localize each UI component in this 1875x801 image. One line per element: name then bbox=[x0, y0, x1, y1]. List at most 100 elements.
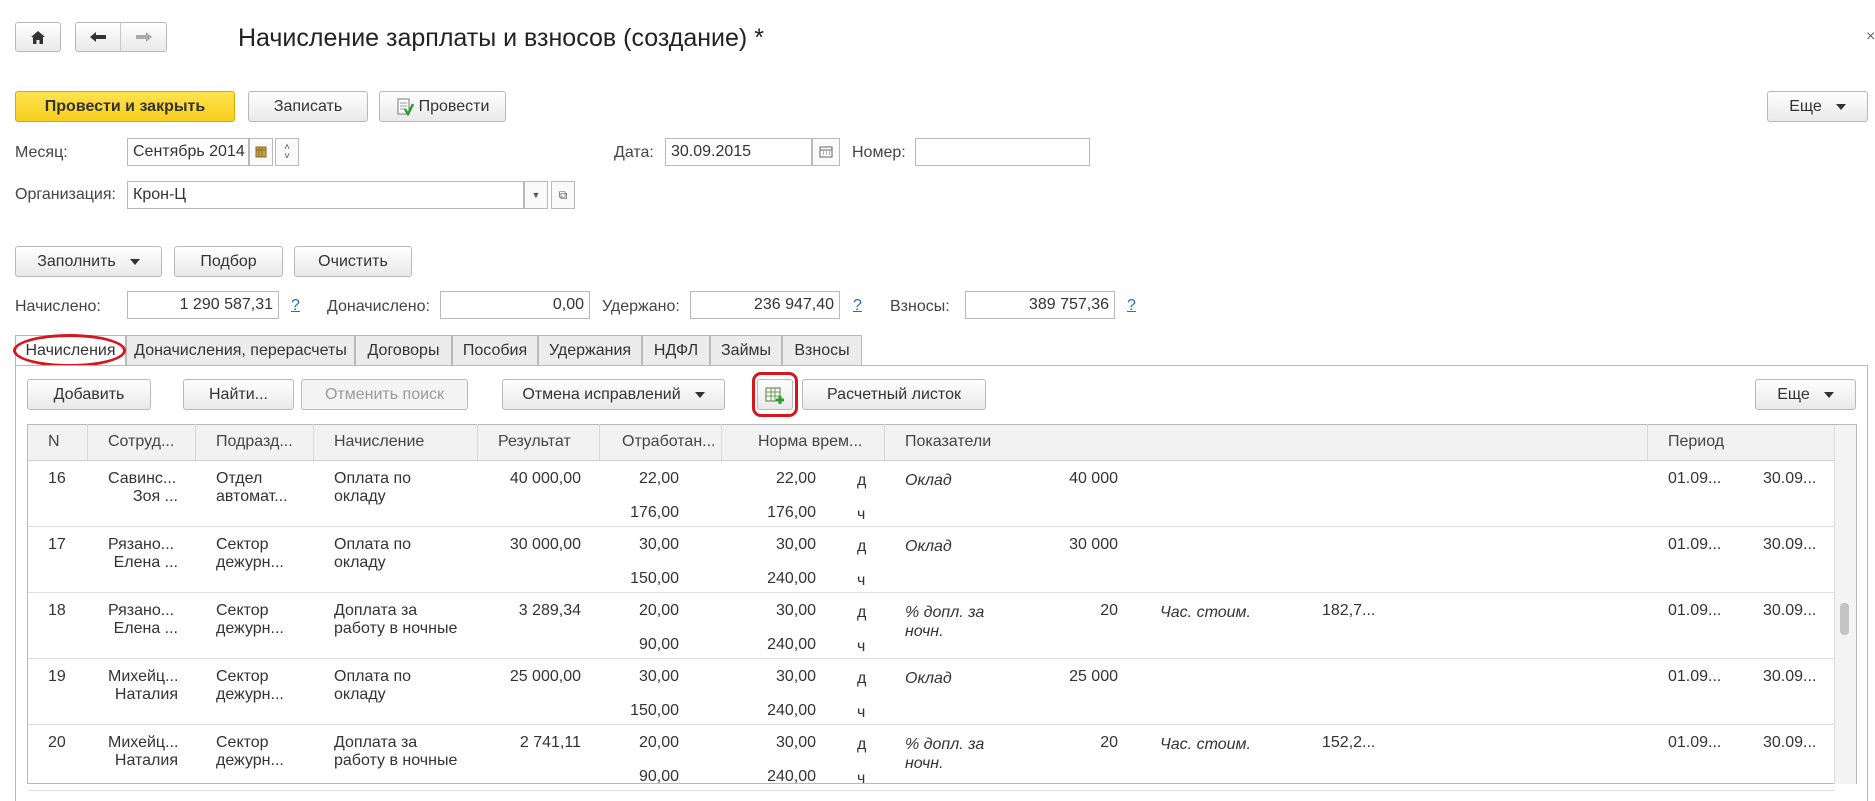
col-indicators[interactable]: Показатели bbox=[885, 424, 1648, 460]
col-accrual[interactable]: Начисление bbox=[314, 424, 478, 460]
tab-recalculations[interactable]: Доначисления, перерасчеты bbox=[126, 335, 355, 365]
period-end: 30.09... bbox=[1763, 470, 1817, 487]
indicator-value: 20 bbox=[1100, 602, 1118, 619]
tab-deductions[interactable]: Удержания bbox=[538, 335, 642, 365]
indicator-b-value: 152,2... bbox=[1322, 734, 1376, 751]
norm-hours: 240,00 bbox=[767, 570, 816, 587]
accrual-type: Доплата за bbox=[334, 602, 418, 619]
table-row[interactable] bbox=[28, 527, 1834, 593]
tab-contracts[interactable]: Договоры bbox=[355, 335, 452, 365]
forward-button[interactable] bbox=[121, 23, 166, 51]
chevron-down-icon bbox=[129, 258, 140, 265]
norm-days: 30,00 bbox=[775, 536, 816, 553]
table-row[interactable] bbox=[28, 461, 1834, 527]
tab-loans[interactable]: Займы bbox=[710, 335, 782, 365]
table-more-button[interactable]: Еще bbox=[1755, 379, 1856, 410]
norm-hours-unit: ч bbox=[857, 704, 866, 721]
arrow-right-icon bbox=[135, 32, 152, 42]
employee-name: Савинс... bbox=[108, 470, 177, 487]
col-employee[interactable]: Сотруд... bbox=[88, 424, 196, 460]
tab-benefits[interactable]: Пособия bbox=[452, 335, 538, 365]
tab-ndfl[interactable]: НДФЛ bbox=[642, 335, 710, 365]
select-button[interactable]: Подбор bbox=[174, 246, 283, 277]
calendar-icon[interactable] bbox=[249, 138, 273, 166]
post-button[interactable]: Провести bbox=[379, 91, 506, 122]
result-value: 3 289,34 bbox=[518, 602, 581, 619]
employee-name: Рязано... bbox=[108, 602, 175, 619]
payslip-button[interactable]: Расчетный листок bbox=[802, 379, 986, 410]
row-number: 16 bbox=[48, 470, 66, 487]
fill-button[interactable]: Заполнить bbox=[15, 246, 162, 277]
indicator-value: 30 000 bbox=[1069, 536, 1118, 553]
row-number: 17 bbox=[48, 536, 66, 553]
period-end: 30.09... bbox=[1763, 602, 1817, 619]
norm-days-unit: д bbox=[857, 670, 867, 687]
month-field[interactable]: Сентябрь 2014 bbox=[127, 138, 249, 166]
more-button[interactable]: Еще bbox=[1767, 91, 1868, 122]
post-and-close-button[interactable]: Провести и закрыть bbox=[15, 91, 235, 122]
employee-name: Михейц... bbox=[108, 668, 179, 685]
indicator-value: 20 bbox=[1100, 734, 1118, 751]
period-end: 30.09... bbox=[1763, 668, 1817, 685]
col-result[interactable]: Результат bbox=[478, 424, 600, 460]
indicator-name: % допл. за bbox=[905, 736, 985, 753]
col-period[interactable]: Период bbox=[1648, 424, 1834, 460]
find-button[interactable]: Найти... bbox=[183, 379, 294, 410]
accruals-tab-highlight bbox=[13, 334, 126, 367]
back-button[interactable] bbox=[76, 23, 122, 51]
tab-contributions[interactable]: Взносы bbox=[782, 335, 862, 365]
worked-hours: 150,00 bbox=[630, 702, 679, 719]
cancel-corrections-label: Отмена исправлений bbox=[522, 385, 681, 403]
col-department[interactable]: Подразд... bbox=[196, 424, 314, 460]
indicator-name: % допл. за bbox=[905, 604, 985, 621]
period-end: 30.09... bbox=[1763, 734, 1817, 751]
norm-days-unit: д bbox=[857, 538, 867, 555]
department-2: дежурн... bbox=[216, 554, 284, 571]
organization-field[interactable]: Крон-Ц bbox=[127, 181, 524, 209]
employee-name: Рязано... bbox=[108, 536, 175, 553]
period-end: 30.09... bbox=[1763, 536, 1817, 553]
date-label: Дата: bbox=[614, 144, 654, 161]
add-button[interactable]: Добавить bbox=[27, 379, 151, 410]
col-n[interactable]: N bbox=[28, 424, 88, 460]
table-row[interactable] bbox=[28, 659, 1834, 725]
stepper-down-icon[interactable]: ˅ bbox=[284, 152, 290, 162]
clear-button[interactable]: Очистить bbox=[294, 246, 412, 277]
indicator-b-name: Час. стоим. bbox=[1160, 736, 1251, 753]
col-norm[interactable]: Норма врем... bbox=[722, 424, 885, 460]
norm-days: 22,00 bbox=[775, 470, 816, 487]
table-add-highlight bbox=[752, 372, 798, 417]
table-more-label: Еще bbox=[1777, 385, 1810, 403]
calendar-picker-icon[interactable] bbox=[812, 138, 840, 166]
open-icon[interactable]: ⧉ bbox=[551, 181, 575, 209]
contributions-help-icon[interactable]: ? bbox=[1127, 297, 1136, 315]
home-button[interactable] bbox=[15, 22, 61, 52]
worked-hours: 150,00 bbox=[630, 570, 679, 587]
dropdown-icon[interactable]: ▼ bbox=[524, 181, 548, 209]
cancel-search-button[interactable]: Отменить поиск bbox=[301, 379, 468, 410]
date-field[interactable]: 30.09.2015 bbox=[665, 138, 812, 166]
employee-name-2: Елена ... bbox=[113, 620, 178, 637]
number-field[interactable] bbox=[915, 138, 1090, 166]
worked-days: 22,00 bbox=[638, 470, 679, 487]
indicator-value: 40 000 bbox=[1069, 470, 1118, 487]
department: Сектор bbox=[216, 668, 269, 685]
accrual-type: Оплата по bbox=[334, 470, 412, 487]
month-stepper[interactable]: ˄ ˅ bbox=[275, 138, 299, 166]
employee-name-2: Зоя ... bbox=[132, 488, 178, 505]
accrued-help-icon[interactable]: ? bbox=[291, 297, 300, 315]
employee-name-2: Наталия bbox=[114, 686, 178, 703]
period-start: 01.09... bbox=[1668, 536, 1722, 553]
norm-hours: 240,00 bbox=[767, 702, 816, 719]
col-worked[interactable]: Отработан... bbox=[600, 424, 722, 460]
close-icon[interactable]: × bbox=[1866, 28, 1875, 46]
withheld-help-icon[interactable]: ? bbox=[853, 297, 862, 315]
scrollbar-thumb[interactable] bbox=[1840, 603, 1849, 635]
save-button[interactable]: Записать bbox=[248, 91, 368, 122]
norm-hours: 240,00 bbox=[767, 768, 816, 785]
withheld-field: 236 947,40 bbox=[690, 291, 840, 319]
norm-days-unit: д bbox=[857, 604, 867, 621]
cancel-corrections-button[interactable]: Отмена исправлений bbox=[502, 379, 725, 410]
indicator-name: Оклад bbox=[905, 472, 952, 489]
chevron-down-icon bbox=[1835, 103, 1846, 110]
